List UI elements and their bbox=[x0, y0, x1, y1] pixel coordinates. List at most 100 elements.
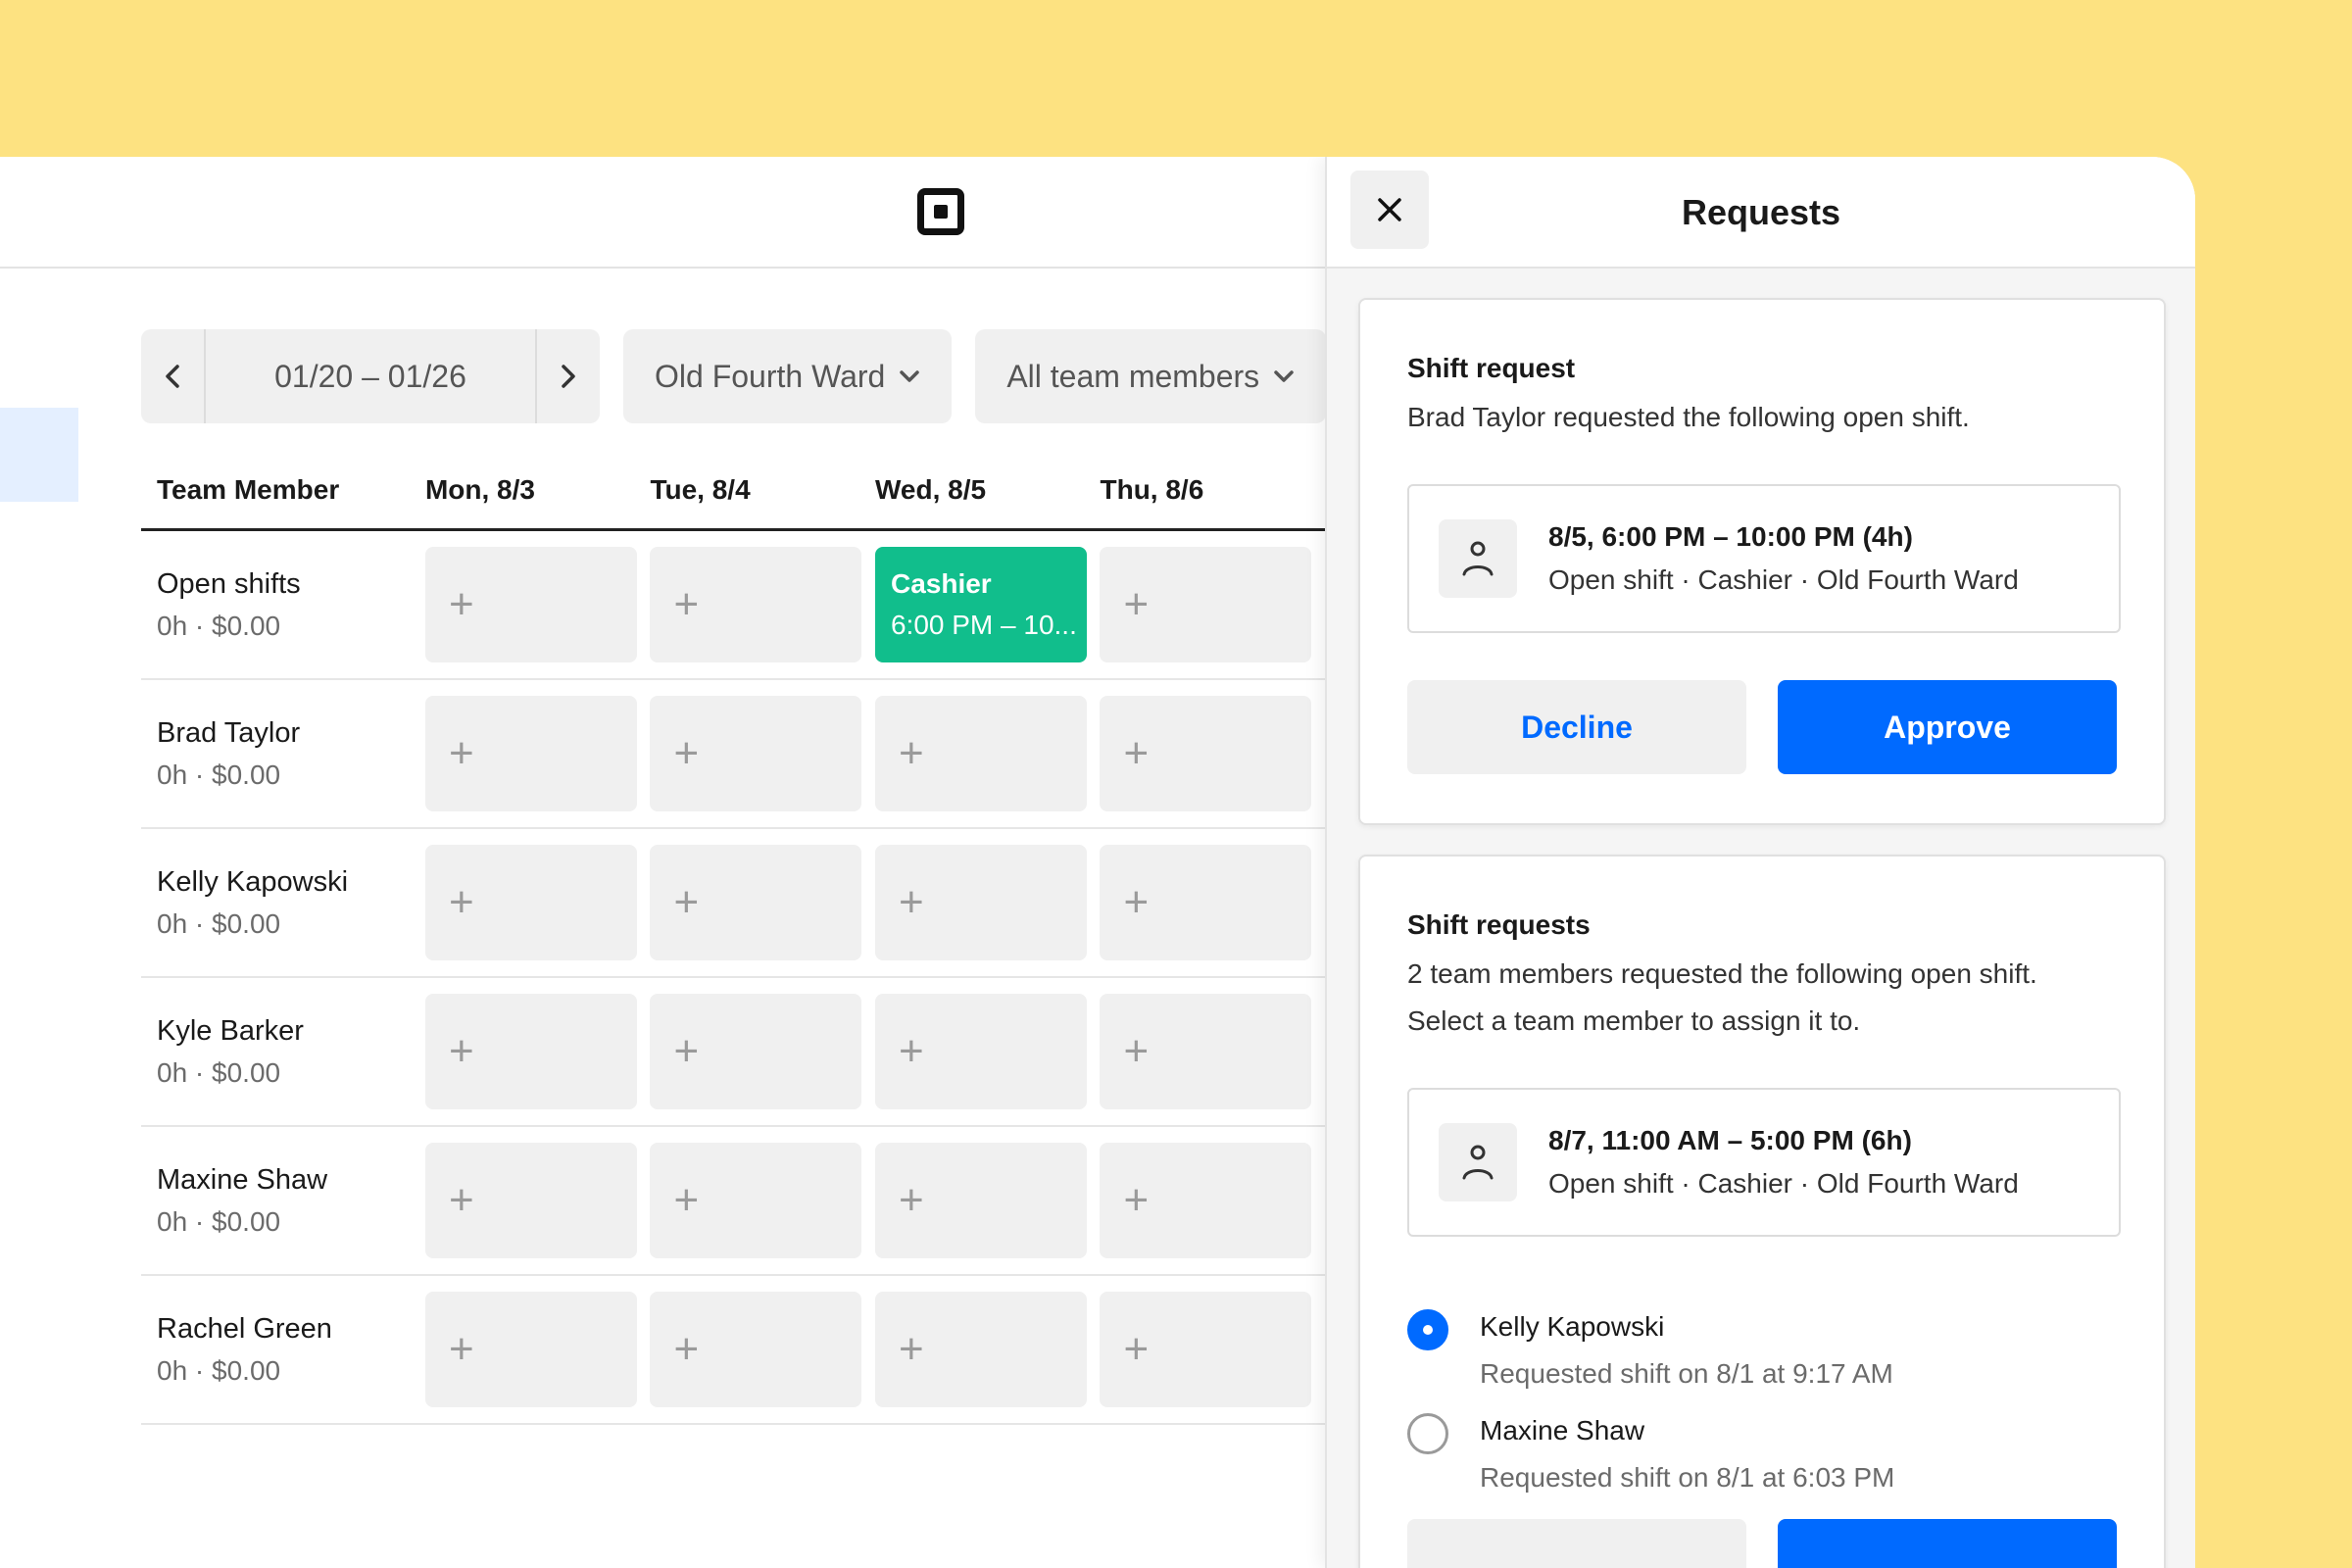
column-header-tue: Tue, 8/4 bbox=[650, 473, 751, 505]
add-shift-button[interactable]: + bbox=[650, 994, 862, 1109]
decline-button[interactable] bbox=[1407, 1519, 1746, 1568]
add-shift-button[interactable]: + bbox=[650, 1143, 862, 1258]
column-header-mon: Mon, 8/3 bbox=[424, 473, 535, 505]
approve-button[interactable]: Approve bbox=[1778, 680, 2117, 774]
add-shift-button[interactable]: + bbox=[650, 696, 862, 811]
schedule-toolbar: 01/20 – 01/26 Old Fourth Ward All team m… bbox=[141, 329, 1327, 423]
chevron-left-icon bbox=[166, 365, 179, 388]
add-shift-button[interactable]: + bbox=[874, 1292, 1087, 1407]
candidate-option[interactable]: Kelly Kapowski Requested shift on 8/1 at… bbox=[1407, 1309, 2117, 1390]
next-week-button[interactable] bbox=[537, 329, 600, 423]
team-member-cell: Kyle Barker 0h · $0.00 bbox=[141, 1015, 425, 1089]
team-member-hours: 0h · $0.00 bbox=[157, 610, 281, 641]
add-shift-button[interactable]: + bbox=[1100, 1143, 1312, 1258]
close-button[interactable] bbox=[1350, 171, 1429, 249]
person-icon bbox=[1439, 1123, 1517, 1201]
candidate-request-time: Requested shift on 8/1 at 6:03 PM bbox=[1480, 1462, 1895, 1493]
team-member-cell: Brad Taylor 0h · $0.00 bbox=[141, 717, 425, 791]
add-shift-button[interactable]: + bbox=[424, 1143, 637, 1258]
date-range-nav: 01/20 – 01/26 bbox=[141, 329, 600, 423]
candidate-list: Kelly Kapowski Requested shift on 8/1 at… bbox=[1407, 1309, 2117, 1494]
team-member-name: Kyle Barker bbox=[157, 1014, 304, 1047]
candidate-name: Maxine Shaw bbox=[1480, 1415, 1645, 1446]
add-shift-button[interactable]: + bbox=[424, 845, 637, 960]
requests-panel-header: Requests bbox=[1327, 157, 2195, 269]
schedule-grid: Team Member Mon, 8/3 Tue, 8/4 Wed, 8/5 T… bbox=[141, 451, 1325, 1425]
card-heading: Shift requests bbox=[1407, 909, 1591, 940]
square-logo-icon[interactable] bbox=[917, 188, 964, 235]
team-member-cell: Kelly Kapowski 0h · $0.00 bbox=[141, 866, 425, 940]
card-heading: Shift request bbox=[1407, 353, 1576, 383]
candidate-name: Kelly Kapowski bbox=[1480, 1311, 1665, 1342]
shift-summary: 8/7, 11:00 AM – 5:00 PM (6h) Open shift … bbox=[1407, 1088, 2121, 1237]
add-shift-button[interactable]: + bbox=[874, 696, 1087, 811]
add-shift-button[interactable]: + bbox=[424, 696, 637, 811]
team-member-cell: Rachel Green 0h · $0.00 bbox=[141, 1313, 425, 1387]
add-shift-button[interactable]: + bbox=[874, 994, 1087, 1109]
schedule-row: Rachel Green 0h · $0.00 + + + + bbox=[141, 1276, 1325, 1425]
close-icon bbox=[1378, 198, 1401, 221]
shift-detail: Open shift · Cashier · Old Fourth Ward bbox=[1548, 564, 2019, 595]
add-shift-button[interactable]: + bbox=[650, 1292, 862, 1407]
team-member-cell: Maxine Shaw 0h · $0.00 bbox=[141, 1164, 425, 1238]
add-shift-button[interactable]: + bbox=[424, 547, 637, 662]
team-member-name: Open shifts bbox=[157, 567, 301, 600]
shift-role: Cashier bbox=[890, 568, 992, 599]
date-range-label[interactable]: 01/20 – 01/26 bbox=[204, 329, 537, 423]
app-window: 01/20 – 01/26 Old Fourth Ward All team m… bbox=[0, 157, 2195, 1568]
add-shift-button[interactable]: + bbox=[1100, 845, 1312, 960]
team-member-name: Brad Taylor bbox=[157, 716, 301, 749]
schedule-row: Brad Taylor 0h · $0.00 + + + + bbox=[141, 680, 1325, 829]
shift-time: 8/7, 11:00 AM – 5:00 PM (6h) bbox=[1548, 1125, 1912, 1155]
add-shift-button[interactable]: + bbox=[874, 845, 1087, 960]
chevron-down-icon bbox=[1274, 370, 1294, 382]
panel-title: Requests bbox=[1681, 192, 1841, 232]
chevron-right-icon bbox=[562, 365, 575, 388]
team-member-name: Kelly Kapowski bbox=[157, 865, 349, 898]
add-shift-button[interactable]: + bbox=[874, 1143, 1087, 1258]
add-shift-button[interactable]: + bbox=[424, 1292, 637, 1407]
schedule-row-open-shifts: Open shifts 0h · $0.00 + + Cashier 6:00 … bbox=[141, 531, 1325, 680]
team-member-hours: 0h · $0.00 bbox=[157, 1354, 281, 1386]
team-members-dropdown-label: All team members bbox=[1006, 358, 1260, 394]
location-dropdown[interactable]: Old Fourth Ward bbox=[623, 329, 953, 423]
card-instruction: Select a team member to assign it to. bbox=[1407, 1005, 1861, 1036]
person-icon bbox=[1439, 519, 1517, 598]
radio-button-selected[interactable] bbox=[1407, 1309, 1448, 1350]
candidate-option[interactable]: Maxine Shaw Requested shift on 8/1 at 6:… bbox=[1407, 1413, 2117, 1494]
add-shift-button[interactable]: + bbox=[424, 994, 637, 1109]
add-shift-button[interactable]: + bbox=[1100, 1292, 1312, 1407]
request-actions bbox=[1407, 1519, 2117, 1568]
team-member-cell: Open shifts 0h · $0.00 bbox=[141, 568, 425, 642]
shift-time: 6:00 PM – 10... bbox=[890, 610, 1077, 640]
team-member-hours: 0h · $0.00 bbox=[157, 759, 281, 790]
shift-detail: Open shift · Cashier · Old Fourth Ward bbox=[1548, 1168, 2019, 1199]
add-shift-button[interactable]: + bbox=[1100, 994, 1312, 1109]
shift-requests-card: Shift requests 2 team members requested … bbox=[1358, 855, 2166, 1568]
schedule-row: Maxine Shaw 0h · $0.00 + + + + bbox=[141, 1127, 1325, 1276]
add-shift-button[interactable]: + bbox=[1100, 696, 1312, 811]
assign-button[interactable] bbox=[1778, 1519, 2117, 1568]
column-header-wed: Wed, 8/5 bbox=[874, 473, 987, 505]
shift-time: 8/5, 6:00 PM – 10:00 PM (4h) bbox=[1548, 521, 1913, 552]
radio-button[interactable] bbox=[1407, 1413, 1448, 1454]
team-members-dropdown[interactable]: All team members bbox=[975, 329, 1327, 423]
card-description: Brad Taylor requested the following open… bbox=[1407, 402, 1970, 432]
decline-button[interactable]: Decline bbox=[1407, 680, 1746, 774]
add-shift-button[interactable]: + bbox=[650, 547, 862, 662]
column-header-team-member: Team Member bbox=[157, 473, 340, 505]
card-description: 2 team members requested the following o… bbox=[1407, 958, 2037, 989]
schedule-header-row: Team Member Mon, 8/3 Tue, 8/4 Wed, 8/5 T… bbox=[141, 451, 1325, 531]
team-member-hours: 0h · $0.00 bbox=[157, 1205, 281, 1237]
chevron-down-icon bbox=[900, 370, 920, 382]
previous-week-button[interactable] bbox=[141, 329, 204, 423]
open-shift-block[interactable]: Cashier 6:00 PM – 10... bbox=[874, 547, 1087, 662]
sidebar-selected-item[interactable] bbox=[0, 408, 78, 502]
team-member-name: Rachel Green bbox=[157, 1312, 332, 1345]
add-shift-button[interactable]: + bbox=[1100, 547, 1312, 662]
shift-summary: 8/5, 6:00 PM – 10:00 PM (4h) Open shift … bbox=[1407, 484, 2121, 633]
team-member-name: Maxine Shaw bbox=[157, 1163, 328, 1196]
schedule-row: Kelly Kapowski 0h · $0.00 + + + + bbox=[141, 829, 1325, 978]
shift-request-card: Shift request Brad Taylor requested the … bbox=[1358, 298, 2166, 825]
add-shift-button[interactable]: + bbox=[650, 845, 862, 960]
